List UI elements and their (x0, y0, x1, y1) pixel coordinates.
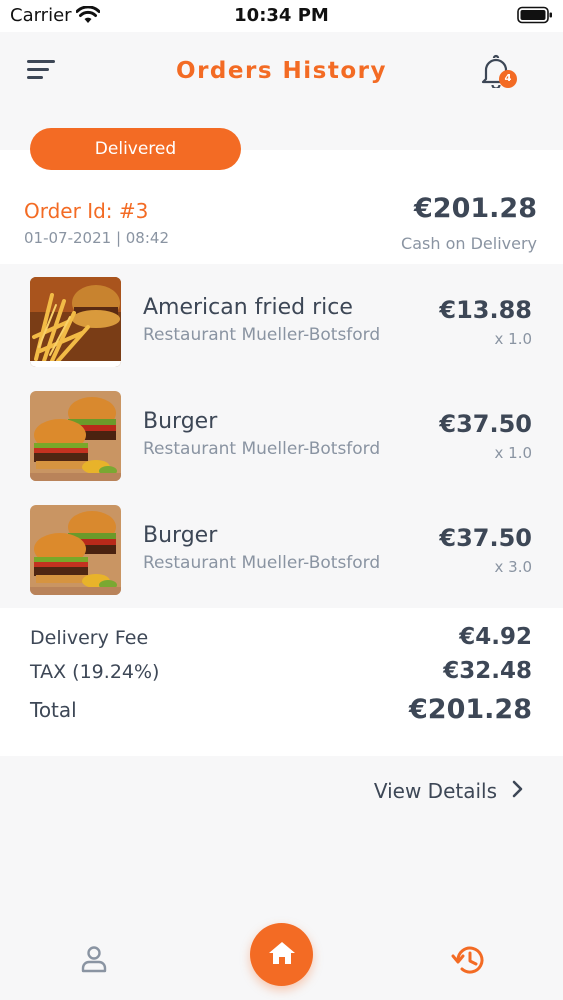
total-value: €201.28 (409, 694, 532, 725)
view-details-label: View Details (373, 779, 497, 803)
history-icon[interactable] (449, 940, 489, 980)
clock: 10:34 PM (234, 5, 329, 26)
notification-badge: 4 (499, 70, 517, 88)
item-quantity: x 3.0 (494, 558, 533, 576)
home-icon (268, 940, 296, 970)
app-header: Orders History 4 (0, 32, 563, 118)
item-quantity: x 1.0 (494, 330, 533, 348)
bottom-nav (0, 918, 563, 1000)
chevron-right-icon (511, 780, 523, 802)
burger-photo (30, 505, 121, 595)
list-item[interactable]: American fried rice Restaurant Mueller-B… (0, 264, 563, 367)
payment-method: Cash on Delivery (401, 234, 537, 253)
item-restaurant: Restaurant Mueller-Botsford (143, 439, 381, 459)
tax-value: €32.48 (443, 658, 532, 684)
order-id: Order Id: #3 (24, 199, 149, 223)
total-label: Total (30, 698, 77, 722)
order-summary: Delivery Fee €4.92 TAX (19.24%) €32.48 T… (0, 608, 563, 756)
battery-icon (517, 6, 553, 28)
order-items-list: American fried rice Restaurant Mueller-B… (0, 264, 563, 608)
page-title: Orders History (176, 58, 387, 84)
list-item[interactable]: Burger Restaurant Mueller-Botsford €37.5… (0, 492, 563, 595)
home-button[interactable] (250, 923, 313, 986)
view-details-link[interactable]: View Details (374, 776, 523, 806)
person-icon[interactable] (79, 944, 109, 974)
item-quantity: x 1.0 (494, 444, 533, 462)
item-name: Burger (143, 409, 218, 434)
item-name: American fried rice (143, 295, 353, 320)
item-name: Burger (143, 523, 218, 548)
item-price: €37.50 (439, 524, 532, 552)
tax-label: TAX (19.24%) (30, 661, 160, 683)
bell-icon[interactable]: 4 (480, 54, 520, 94)
item-restaurant: Restaurant Mueller-Botsford (143, 325, 381, 345)
delivery-fee-label: Delivery Fee (30, 627, 149, 649)
order-date: 01-07-2021 | 08:42 (24, 229, 169, 247)
order-total: €201.28 (414, 193, 537, 224)
item-price: €37.50 (439, 410, 532, 438)
order-status-badge: Delivered (30, 128, 241, 170)
burger-photo (30, 391, 121, 481)
fries-burger-photo (30, 277, 121, 367)
item-restaurant: Restaurant Mueller-Botsford (143, 553, 381, 573)
list-item[interactable]: Burger Restaurant Mueller-Botsford €37.5… (0, 378, 563, 481)
item-price: €13.88 (439, 296, 532, 324)
delivery-fee-value: €4.92 (459, 624, 532, 650)
status-bar: Carrier 10:34 PM (0, 0, 563, 32)
